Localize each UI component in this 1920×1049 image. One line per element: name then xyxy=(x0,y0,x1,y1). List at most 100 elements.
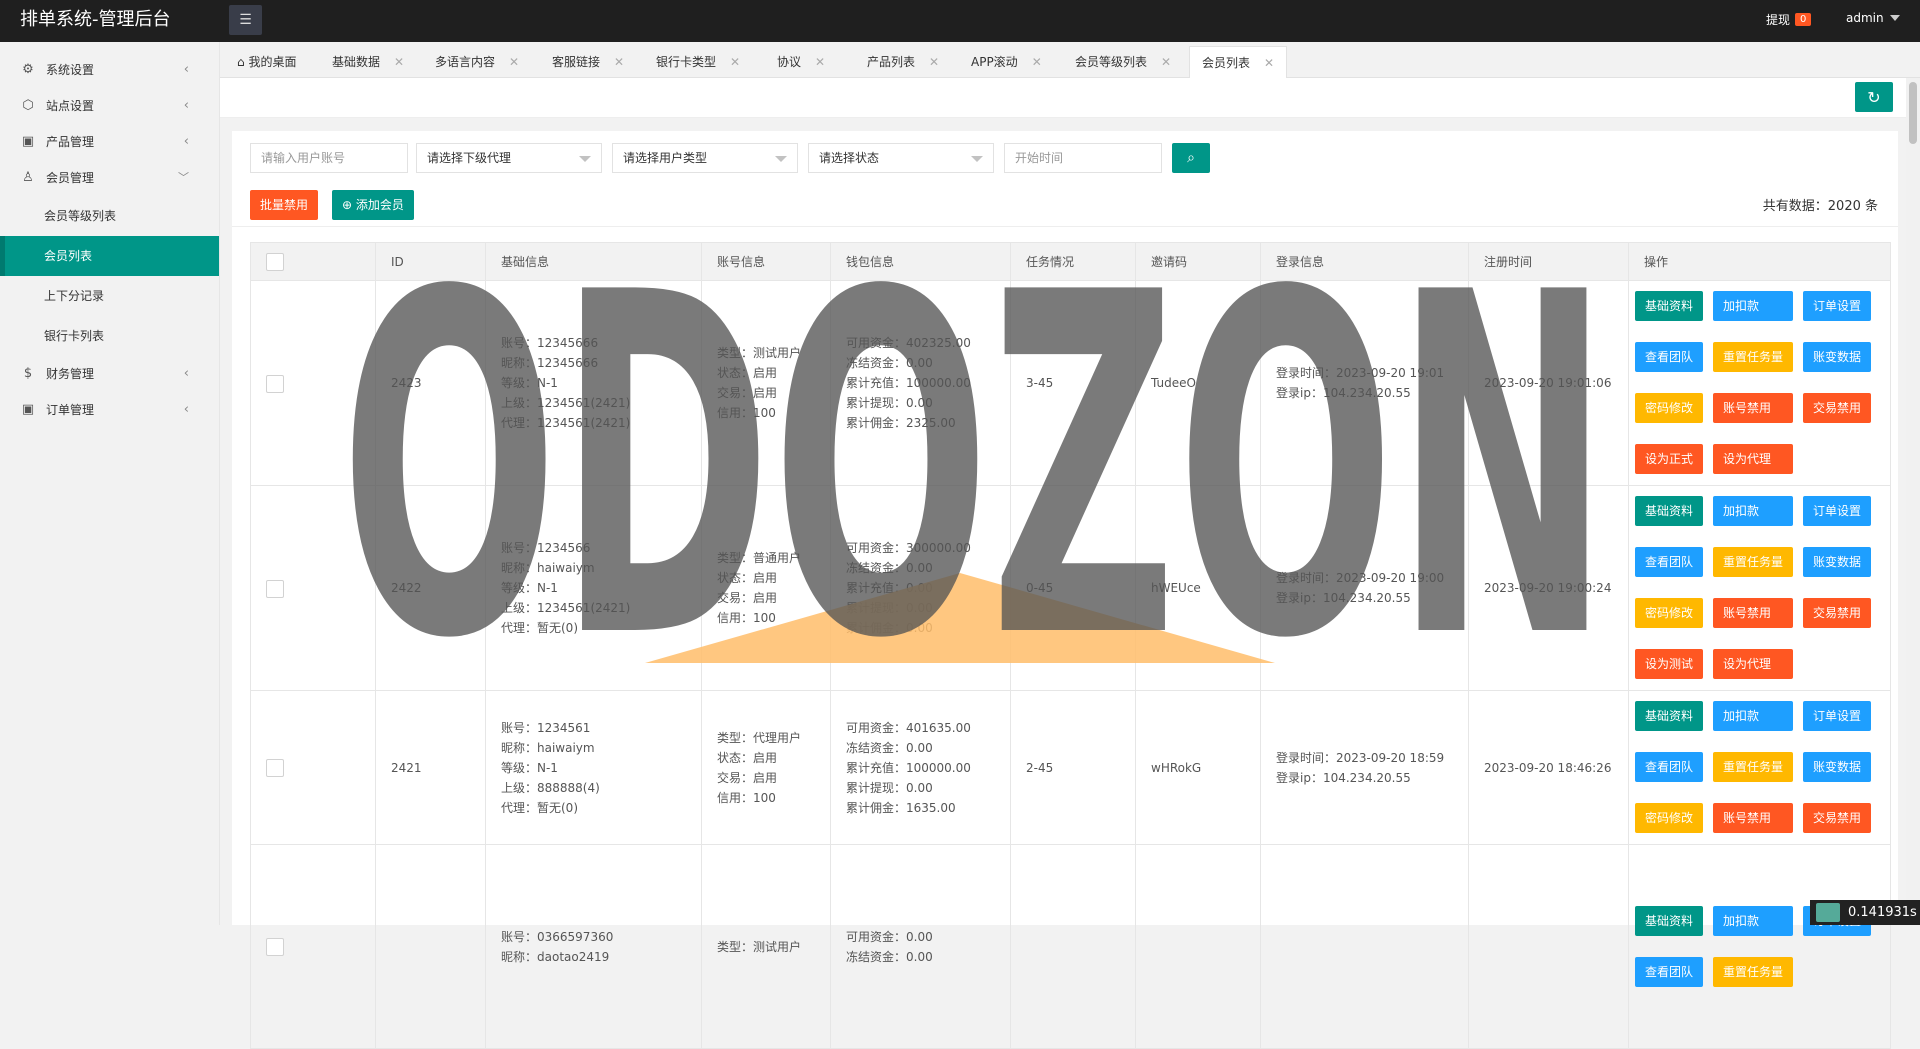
row-action-button[interactable]: 设为代理 xyxy=(1713,444,1794,474)
sidebar-sub-member-list[interactable]: 会员列表 xyxy=(0,236,219,276)
row-action-button[interactable]: 查看团队 xyxy=(1635,752,1704,782)
row-action-button[interactable]: 订单设置 xyxy=(1803,291,1872,321)
row-action-button[interactable]: 查看团队 xyxy=(1635,547,1704,577)
row-checkbox[interactable] xyxy=(266,759,284,777)
close-icon[interactable]: ✕ xyxy=(394,55,404,69)
close-icon[interactable]: ✕ xyxy=(614,55,624,69)
close-icon[interactable]: ✕ xyxy=(509,55,519,69)
page-scrollbar[interactable] xyxy=(1906,78,1920,925)
table-row: 2423 账号：12345666 昵称：12345666 等级：N-1 上级：12345… xyxy=(250,280,1891,486)
row-action-button[interactable]: 设为正式 xyxy=(1635,444,1704,474)
row-action-button[interactable]: 设为代理 xyxy=(1713,649,1794,679)
row-action-button[interactable]: 账变数据 xyxy=(1803,547,1872,577)
row-action-button[interactable]: 密码修改 xyxy=(1635,803,1704,833)
tab-bar: ⌂ 我的桌面 基础数据 ✕ 多语言内容 ✕ 客服链接 ✕ 银行卡类型 ✕ 协议 ✕ 产品列… xyxy=(220,42,1920,78)
row-action-button[interactable]: 交易禁用 xyxy=(1803,393,1872,423)
tab-product-list[interactable]: 产品列表 ✕ xyxy=(855,46,951,78)
row-action-button[interactable]: 基础资料 xyxy=(1635,701,1704,731)
search-button[interactable]: ⌕ xyxy=(1172,143,1210,173)
row-action-button[interactable]: 查看团队 xyxy=(1635,956,1704,987)
withdraw-link[interactable]: 提现 0 xyxy=(1766,11,1812,28)
row-action-button[interactable]: 加扣款 xyxy=(1713,496,1794,526)
sidebar-sub-points-record[interactable]: 上下分记录 xyxy=(0,276,219,316)
row-action-button[interactable]: 加扣款 xyxy=(1713,291,1794,321)
agent-select[interactable]: 请选择下级代理 xyxy=(416,143,602,173)
row-action-button[interactable]: 加扣款 xyxy=(1713,701,1794,731)
row-checkbox[interactable] xyxy=(266,374,284,393)
row-action-button[interactable]: 账号禁用 xyxy=(1713,598,1794,628)
sidebar-item-product[interactable]: ▣ 产品管理 ‹ xyxy=(0,124,219,160)
sidebar-item-order[interactable]: ▣ 订单管理 ‹ xyxy=(0,392,219,428)
refresh-button[interactable]: ↻ xyxy=(1855,82,1893,112)
sidebar-item-system[interactable]: ⚙ 系统设置 ‹ xyxy=(0,52,219,88)
close-icon[interactable]: ✕ xyxy=(1032,55,1042,69)
row-action-button[interactable]: 设为测试 xyxy=(1635,649,1704,679)
row-action-button[interactable]: 重置任务量 xyxy=(1713,956,1794,987)
tab-member-list[interactable]: 会员列表 ✕ xyxy=(1189,46,1288,78)
row-action-button[interactable]: 重置任务量 xyxy=(1713,752,1794,782)
close-icon[interactable]: ✕ xyxy=(730,55,740,69)
sidebar-sub-member-level[interactable]: 会员等级列表 xyxy=(0,196,219,236)
user-type-select[interactable]: 请选择用户类型 xyxy=(612,143,798,173)
sidebar-item-finance[interactable]: $ 财务管理 ‹ xyxy=(0,356,219,392)
row-action-button[interactable]: 交易禁用 xyxy=(1803,803,1872,833)
status-select[interactable]: 请选择状态 xyxy=(808,143,994,173)
withdraw-count-badge: 0 xyxy=(1795,13,1812,26)
tab-agreement[interactable]: 协议 ✕ xyxy=(765,46,837,78)
tab-label: 会员等级列表 xyxy=(1075,55,1148,69)
sidebar-item-site[interactable]: ⬡ 站点设置 ‹ xyxy=(0,88,219,124)
row-action-button[interactable]: 账变数据 xyxy=(1803,342,1872,372)
user-menu[interactable]: admin xyxy=(1846,11,1900,25)
tab-multilang[interactable]: 多语言内容 ✕ xyxy=(423,46,531,78)
tab-member-level[interactable]: 会员等级列表 ✕ xyxy=(1063,46,1183,78)
close-icon[interactable]: ✕ xyxy=(815,55,825,69)
row-action-button[interactable]: 基础资料 xyxy=(1635,905,1704,936)
select-all-checkbox[interactable] xyxy=(266,252,284,271)
cell-operations: 基础资料加扣款订单设置查看团队重置任务量 xyxy=(1628,844,1891,1049)
tab-service-link[interactable]: 客服链接 ✕ xyxy=(540,46,636,78)
tab-app-scroll[interactable]: APP滚动 ✕ xyxy=(959,46,1054,78)
tab-bank-card-type[interactable]: 银行卡类型 ✕ xyxy=(644,46,752,78)
row-checkbox[interactable] xyxy=(266,938,284,956)
cell-id xyxy=(375,844,486,1049)
search-icon: ⌕ xyxy=(1187,150,1195,166)
top-header: 排单系统-管理后台 ☰ 提现 0 admin xyxy=(0,0,1920,42)
row-checkbox[interactable] xyxy=(266,579,284,598)
account-search-input[interactable]: 请输入用户账号 xyxy=(250,143,408,173)
sidebar-sub-bank-card[interactable]: 银行卡列表 xyxy=(0,316,219,356)
tab-basic-data[interactable]: 基础数据 ✕ xyxy=(320,46,416,78)
row-action-button[interactable]: 账变数据 xyxy=(1803,752,1872,782)
row-action-button[interactable]: 订单设置 xyxy=(1803,701,1872,731)
add-member-button[interactable]: ⊕ 添加会员 xyxy=(332,190,414,220)
row-action-button[interactable]: 密码修改 xyxy=(1635,598,1704,628)
row-action-button[interactable]: 基础资料 xyxy=(1635,496,1704,526)
row-action-button[interactable]: 重置任务量 xyxy=(1713,342,1794,372)
sidebar-item-label: 财务管理 xyxy=(46,367,95,381)
row-action-button[interactable]: 基础资料 xyxy=(1635,291,1704,321)
order-icon: ▣ xyxy=(21,402,35,417)
tab-desktop[interactable]: ⌂ 我的桌面 xyxy=(225,46,308,78)
close-icon[interactable]: ✕ xyxy=(929,55,939,69)
column-header: 账号信息 xyxy=(701,242,831,281)
start-time-input[interactable]: 开始时间 xyxy=(1004,143,1162,173)
row-action-button[interactable]: 加扣款 xyxy=(1713,905,1794,936)
cell-wallet-info-line: 累计佣金：0.00 xyxy=(846,621,933,635)
row-action-button[interactable]: 交易禁用 xyxy=(1803,598,1872,628)
row-action-button[interactable]: 查看团队 xyxy=(1635,342,1704,372)
close-icon[interactable]: ✕ xyxy=(1264,56,1274,70)
row-action-button[interactable]: 账号禁用 xyxy=(1713,803,1794,833)
row-action-button[interactable]: 重置任务量 xyxy=(1713,547,1794,577)
sidebar-item-member[interactable]: ♙ 会员管理 ﹀ xyxy=(0,160,219,196)
site-icon: ⬡ xyxy=(22,98,34,113)
cell-wallet-info-line: 累计充值：100000.00 xyxy=(846,376,971,390)
row-action-button[interactable]: 密码修改 xyxy=(1635,393,1704,423)
cell-base-info-line: 代理：暂无(0) xyxy=(501,800,578,815)
scrollbar-thumb[interactable] xyxy=(1909,82,1917,144)
menu-toggle-button[interactable]: ☰ xyxy=(229,5,262,35)
batch-disable-button[interactable]: 批量禁用 xyxy=(250,190,319,220)
close-icon[interactable]: ✕ xyxy=(1161,55,1171,69)
row-action-button[interactable]: 订单设置 xyxy=(1803,496,1872,526)
agent-select-value: 请选择下级代理 xyxy=(427,151,512,165)
tab-label: 产品列表 xyxy=(867,55,916,69)
row-action-button[interactable]: 账号禁用 xyxy=(1713,393,1794,423)
